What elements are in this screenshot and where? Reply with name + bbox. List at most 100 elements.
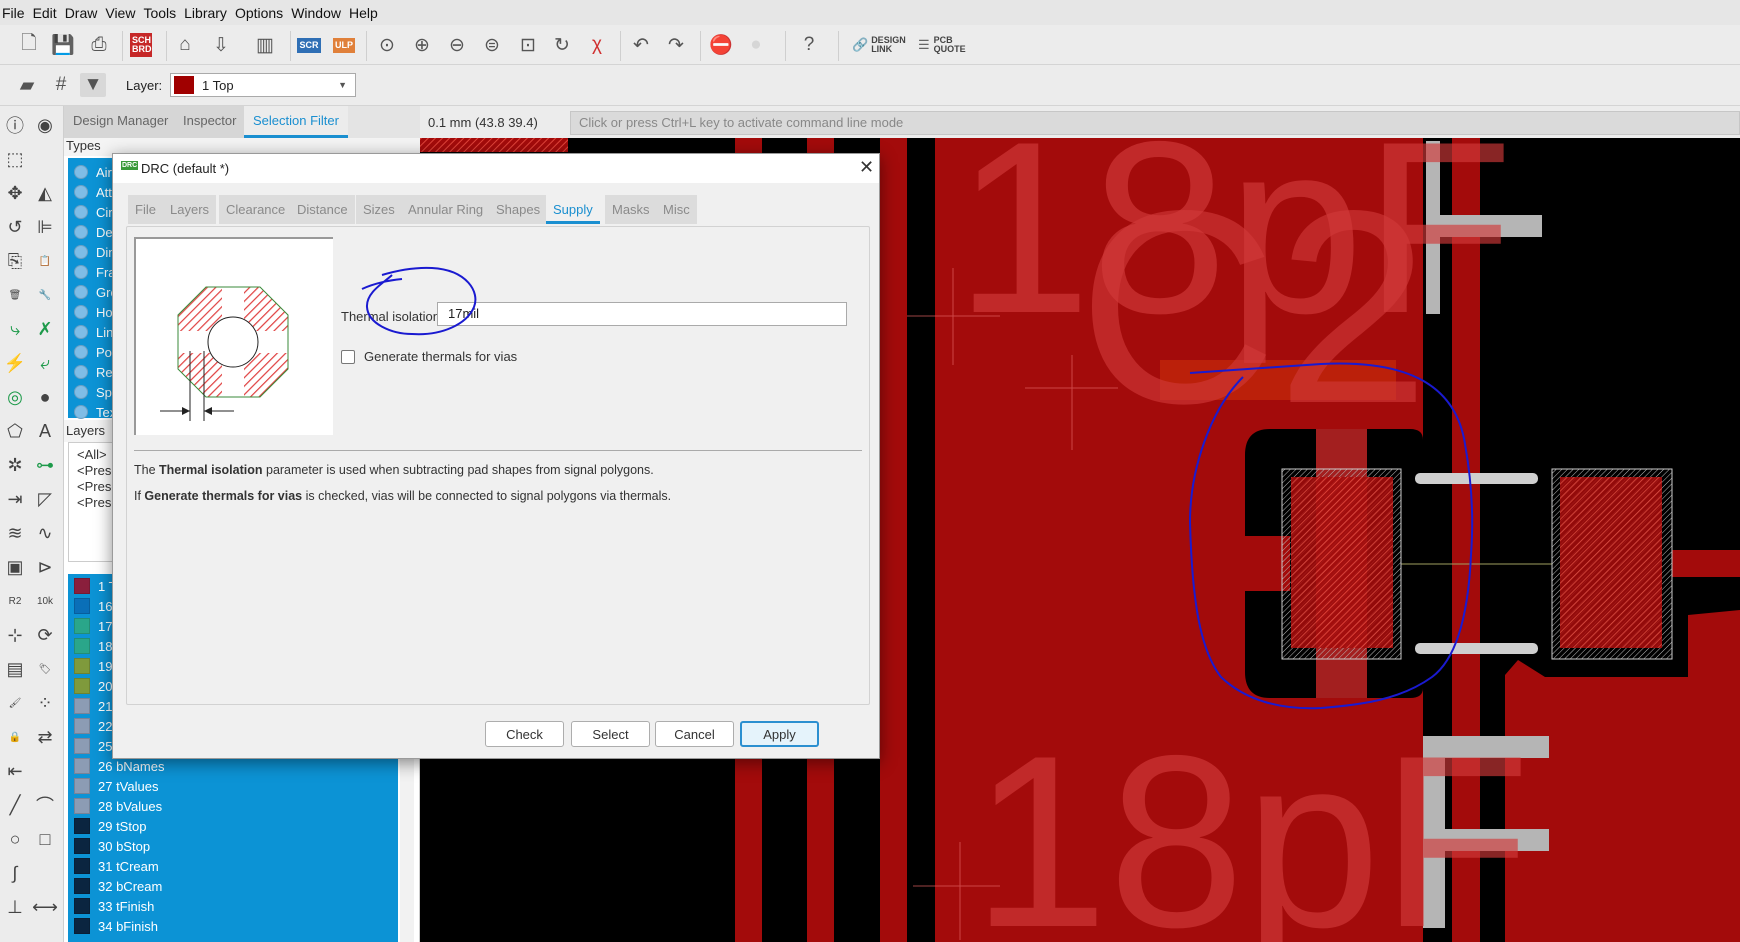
paint-icon[interactable]: 🖌 <box>2 690 28 716</box>
move-icon[interactable]: ✥ <box>2 180 28 206</box>
zoom-in-icon[interactable]: ⊕ <box>409 33 435 57</box>
layer-item[interactable]: 31 tCream <box>74 856 159 876</box>
type-filter-item[interactable]: Tex <box>74 402 116 422</box>
select-button[interactable]: Select <box>571 721 650 747</box>
ratsnest-icon[interactable]: χ <box>584 33 610 57</box>
tab-file[interactable]: File <box>128 195 163 224</box>
replace-icon[interactable]: ⟳ <box>32 622 58 648</box>
circle-icon[interactable]: ○ <box>2 826 28 852</box>
layer-item[interactable]: 20 <box>74 676 112 696</box>
paste-icon[interactable]: 📋 <box>32 248 58 274</box>
swap-icon[interactable]: ⇄ <box>32 724 58 750</box>
print-icon[interactable]: ⎙ <box>86 33 112 57</box>
tab-sizes[interactable]: Sizes <box>356 195 402 224</box>
tab-inspector[interactable]: Inspector <box>174 106 246 138</box>
menu-options[interactable]: Options <box>235 5 289 21</box>
tab-shapes[interactable]: Shapes <box>489 195 548 224</box>
menu-window[interactable]: Window <box>291 5 347 21</box>
zoom-fit-icon[interactable]: ⊙ <box>374 33 400 57</box>
dots-icon[interactable]: ⁘ <box>32 690 58 716</box>
ripup-icon[interactable]: ✗ <box>32 316 58 342</box>
layer-item[interactable]: 27 tValues <box>74 776 158 796</box>
undo-icon[interactable]: ↶ <box>628 33 654 57</box>
lock-icon[interactable]: 🔒 <box>2 724 28 750</box>
polygon-icon[interactable]: ⬠ <box>2 418 28 444</box>
copy-icon[interactable]: ⎘ <box>2 248 28 274</box>
rotate-icon[interactable]: ↺ <box>2 214 28 240</box>
group-select-icon[interactable]: ⬚ <box>2 146 28 172</box>
layer-item[interactable]: 19 <box>74 656 112 676</box>
meander-icon[interactable]: ≋ <box>2 520 28 546</box>
spline-icon[interactable]: ∫ <box>2 860 28 886</box>
menu-view[interactable]: View <box>105 5 141 21</box>
layer-item[interactable]: 26 bNames <box>74 756 164 776</box>
via-icon[interactable]: ◎ <box>2 384 28 410</box>
layer-item[interactable]: 33 tFinish <box>74 896 154 916</box>
tab-supply[interactable]: Supply <box>546 195 600 224</box>
go-icon[interactable]: ● <box>743 33 769 57</box>
zoom-area-icon[interactable]: ⊡ <box>515 33 541 57</box>
ratsnest-tool-icon[interactable]: ✲ <box>2 452 28 478</box>
close-icon[interactable]: ✕ <box>859 157 874 178</box>
ulp-button[interactable]: ULP <box>331 33 357 57</box>
package-icon[interactable]: ▤ <box>2 656 28 682</box>
signal-icon[interactable]: ∿ <box>32 520 58 546</box>
menu-library[interactable]: Library <box>184 5 233 21</box>
layer-item[interactable]: 28 bValues <box>74 796 162 816</box>
type-filter-item[interactable]: Att <box>74 182 112 202</box>
pcb-quote-button[interactable]: ☰ PCB QUOTE <box>918 36 966 54</box>
sch-brd-switch-button[interactable]: SCH BRD <box>128 33 154 57</box>
selection-filter-icon[interactable]: ▼ <box>80 73 106 97</box>
split-icon[interactable]: ⚡ <box>2 350 28 376</box>
mirror-icon[interactable]: ◭ <box>32 180 58 206</box>
menu-help[interactable]: Help <box>349 5 384 21</box>
redraw-icon[interactable]: ↻ <box>549 33 575 57</box>
miter-icon[interactable]: ⇥ <box>2 486 28 512</box>
slice-icon[interactable]: ⤶ <box>32 350 58 376</box>
layer-item[interactable]: 30 bStop <box>74 836 150 856</box>
wire-icon[interactable]: ⊶ <box>32 452 58 478</box>
apply-button[interactable]: Apply <box>740 721 819 747</box>
layer-item[interactable]: 29 tStop <box>74 816 146 836</box>
layer-item[interactable]: 34 bFinish <box>74 916 158 936</box>
tab-masks[interactable]: Masks <box>605 195 657 224</box>
route-icon[interactable]: ⤷ <box>2 316 28 342</box>
grid-icon[interactable]: # <box>48 73 74 97</box>
tab-selection-filter[interactable]: Selection Filter <box>244 106 348 138</box>
fanout-icon[interactable]: ⇤ <box>2 758 28 784</box>
stop-icon[interactable]: ⛔ <box>708 33 734 57</box>
info-icon[interactable]: ⓘ <box>2 112 28 138</box>
tab-design-manager[interactable]: Design Manager <box>64 106 178 138</box>
help-icon[interactable]: ? <box>796 33 822 57</box>
arc-corner-icon[interactable]: ◸ <box>32 486 58 512</box>
name-icon[interactable]: R2 <box>2 588 28 614</box>
tab-misc[interactable]: Misc <box>656 195 697 224</box>
save-icon[interactable]: 💾 <box>50 33 76 57</box>
manufacturing-icon[interactable]: ⇩ <box>208 33 234 57</box>
layer-item[interactable]: 18 <box>74 636 112 656</box>
layer-item[interactable]: 22 <box>74 716 112 736</box>
menu-file[interactable]: File <box>2 5 31 21</box>
layer-item[interactable]: 32 bCream <box>74 876 162 896</box>
command-line-input[interactable]: Click or press Ctrl+L key to activate co… <box>570 111 1740 135</box>
dimension-icon[interactable]: ⟷ <box>32 894 58 920</box>
zoom-out-icon[interactable]: ⊖ <box>444 33 470 57</box>
rectangle-icon[interactable]: □ <box>32 826 58 852</box>
layer-item[interactable]: 17 <box>74 616 112 636</box>
layer-item[interactable]: 16 <box>74 596 112 616</box>
text-icon[interactable]: A <box>32 418 58 444</box>
add-gate-icon[interactable]: ⊳ <box>32 554 58 580</box>
menu-edit[interactable]: Edit <box>33 5 63 21</box>
redo-icon[interactable]: ↷ <box>663 33 689 57</box>
design-link-button[interactable]: 🔗 DESIGN LINK <box>852 36 906 54</box>
layer-select[interactable]: 1 Top ▼ <box>170 73 356 97</box>
tab-clearance[interactable]: Clearance <box>219 195 293 224</box>
arc-icon[interactable]: ⌒ <box>32 792 58 818</box>
new-file-icon[interactable]: 🗋 <box>16 33 42 57</box>
layer-item[interactable]: 25 <box>74 736 112 756</box>
wrench-icon[interactable]: 🔧 <box>32 282 58 308</box>
eye-icon[interactable]: ◉ <box>32 112 58 138</box>
menu-draw[interactable]: Draw <box>65 5 104 21</box>
library-icon[interactable]: ▥ <box>252 33 278 57</box>
line-icon[interactable]: ╱ <box>2 792 28 818</box>
